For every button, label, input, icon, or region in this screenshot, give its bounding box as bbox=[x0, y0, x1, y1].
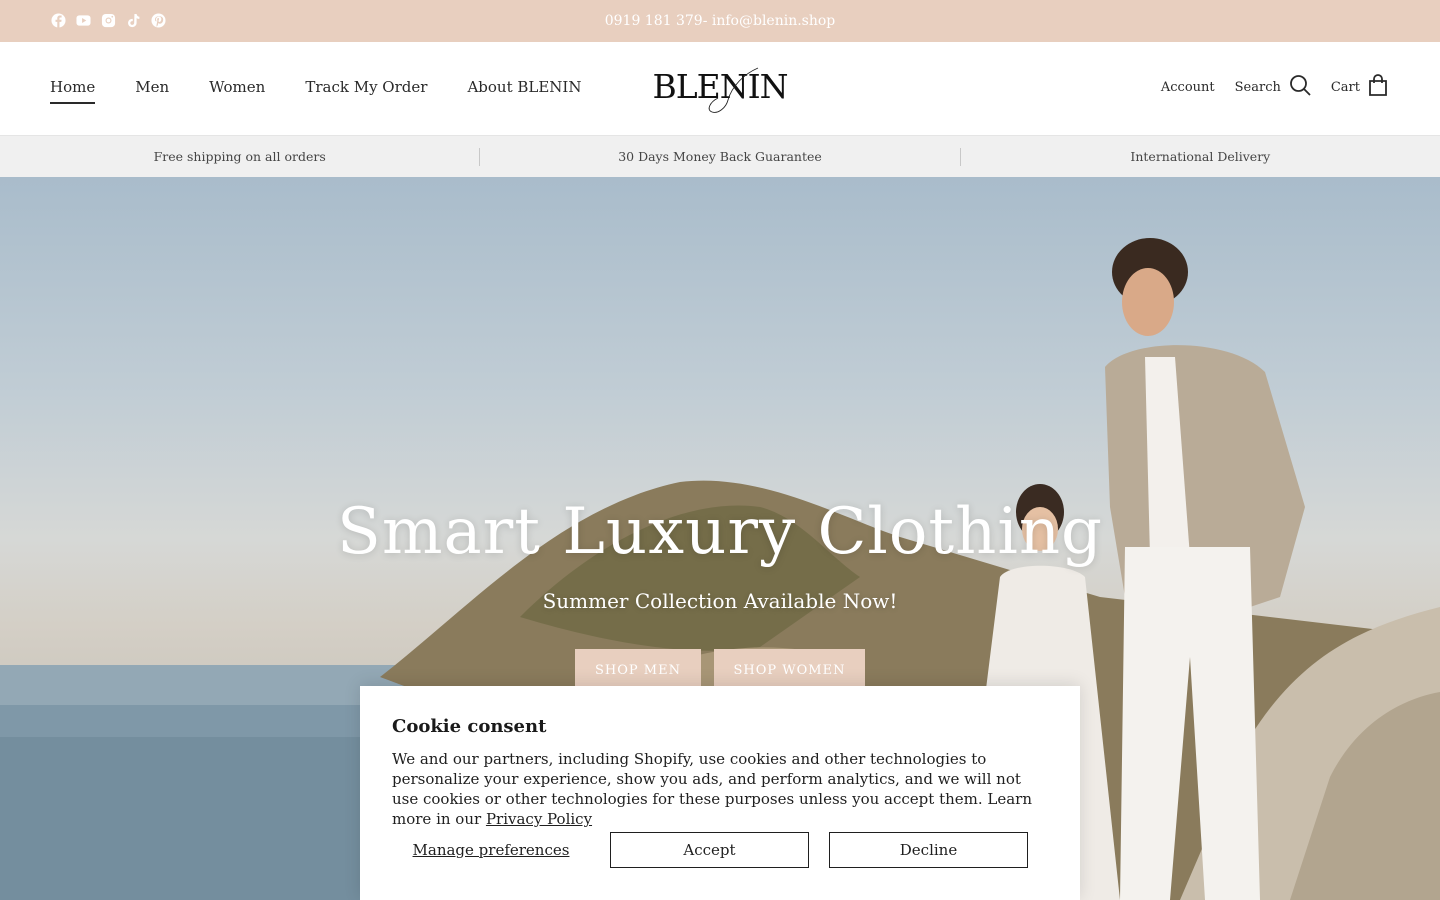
hero-subtitle: Summer Collection Available Now! bbox=[542, 589, 898, 613]
facebook-icon[interactable] bbox=[50, 12, 66, 28]
nav-women[interactable]: Women bbox=[209, 78, 265, 104]
instagram-icon[interactable] bbox=[100, 12, 116, 28]
contact-info: 0919 181 379- info@blenin.shop bbox=[604, 13, 836, 29]
pinterest-icon[interactable] bbox=[150, 12, 166, 28]
usp-free-shipping: Free shipping on all orders bbox=[153, 149, 326, 164]
account-label: Account bbox=[1160, 79, 1215, 95]
cart-label: Cart bbox=[1330, 79, 1360, 95]
decline-button[interactable]: Decline bbox=[829, 832, 1028, 868]
hero-title: Smart Luxury Clothing bbox=[336, 495, 1104, 569]
privacy-policy-link[interactable]: Privacy Policy bbox=[486, 810, 592, 828]
usp-bar: Free shipping on all orders 30 Days Mone… bbox=[0, 136, 1440, 177]
nav-about[interactable]: About BLENIN bbox=[467, 78, 581, 104]
blenin-logo[interactable]: BLENIN bbox=[640, 56, 800, 118]
cookie-text: We and our partners, including Shopify, … bbox=[392, 749, 1048, 829]
usp-international-delivery: International Delivery bbox=[1130, 149, 1271, 164]
cookie-actions: Manage preferences Accept Decline bbox=[392, 832, 1028, 868]
search-icon bbox=[1289, 74, 1311, 100]
cookie-title: Cookie consent bbox=[392, 716, 547, 737]
nav-track-my-order[interactable]: Track My Order bbox=[305, 78, 427, 104]
nav-home[interactable]: Home bbox=[50, 78, 96, 104]
search-button[interactable]: Search bbox=[1235, 74, 1311, 100]
logo-text: BLENIN bbox=[652, 67, 787, 106]
shop-women-button[interactable]: SHOP WOMEN bbox=[714, 649, 865, 691]
youtube-icon[interactable] bbox=[75, 12, 91, 28]
social-links bbox=[50, 12, 166, 28]
account-link[interactable]: Account bbox=[1161, 80, 1215, 95]
site-header: Home Men Women Track My Order About BLEN… bbox=[0, 42, 1440, 136]
usp-money-back: 30 Days Money Back Guarantee bbox=[618, 149, 822, 164]
search-label: Search bbox=[1234, 79, 1281, 95]
announcement-bar: 0919 181 379- info@blenin.shop bbox=[0, 0, 1440, 42]
manage-preferences-link[interactable]: Manage preferences bbox=[392, 841, 590, 859]
bag-icon bbox=[1368, 74, 1388, 100]
nav-men[interactable]: Men bbox=[135, 78, 169, 104]
header-actions: Account Search Cart bbox=[1141, 74, 1388, 100]
main-nav: Home Men Women Track My Order About BLEN… bbox=[50, 78, 581, 104]
cart-button[interactable]: Cart bbox=[1331, 74, 1388, 100]
tiktok-icon[interactable] bbox=[125, 12, 141, 28]
accept-button[interactable]: Accept bbox=[610, 832, 809, 868]
hero-buttons: SHOP MEN SHOP WOMEN bbox=[575, 649, 865, 691]
shop-men-button[interactable]: SHOP MEN bbox=[575, 649, 701, 691]
cookie-consent-dialog: Cookie consent We and our partners, incl… bbox=[360, 686, 1080, 900]
